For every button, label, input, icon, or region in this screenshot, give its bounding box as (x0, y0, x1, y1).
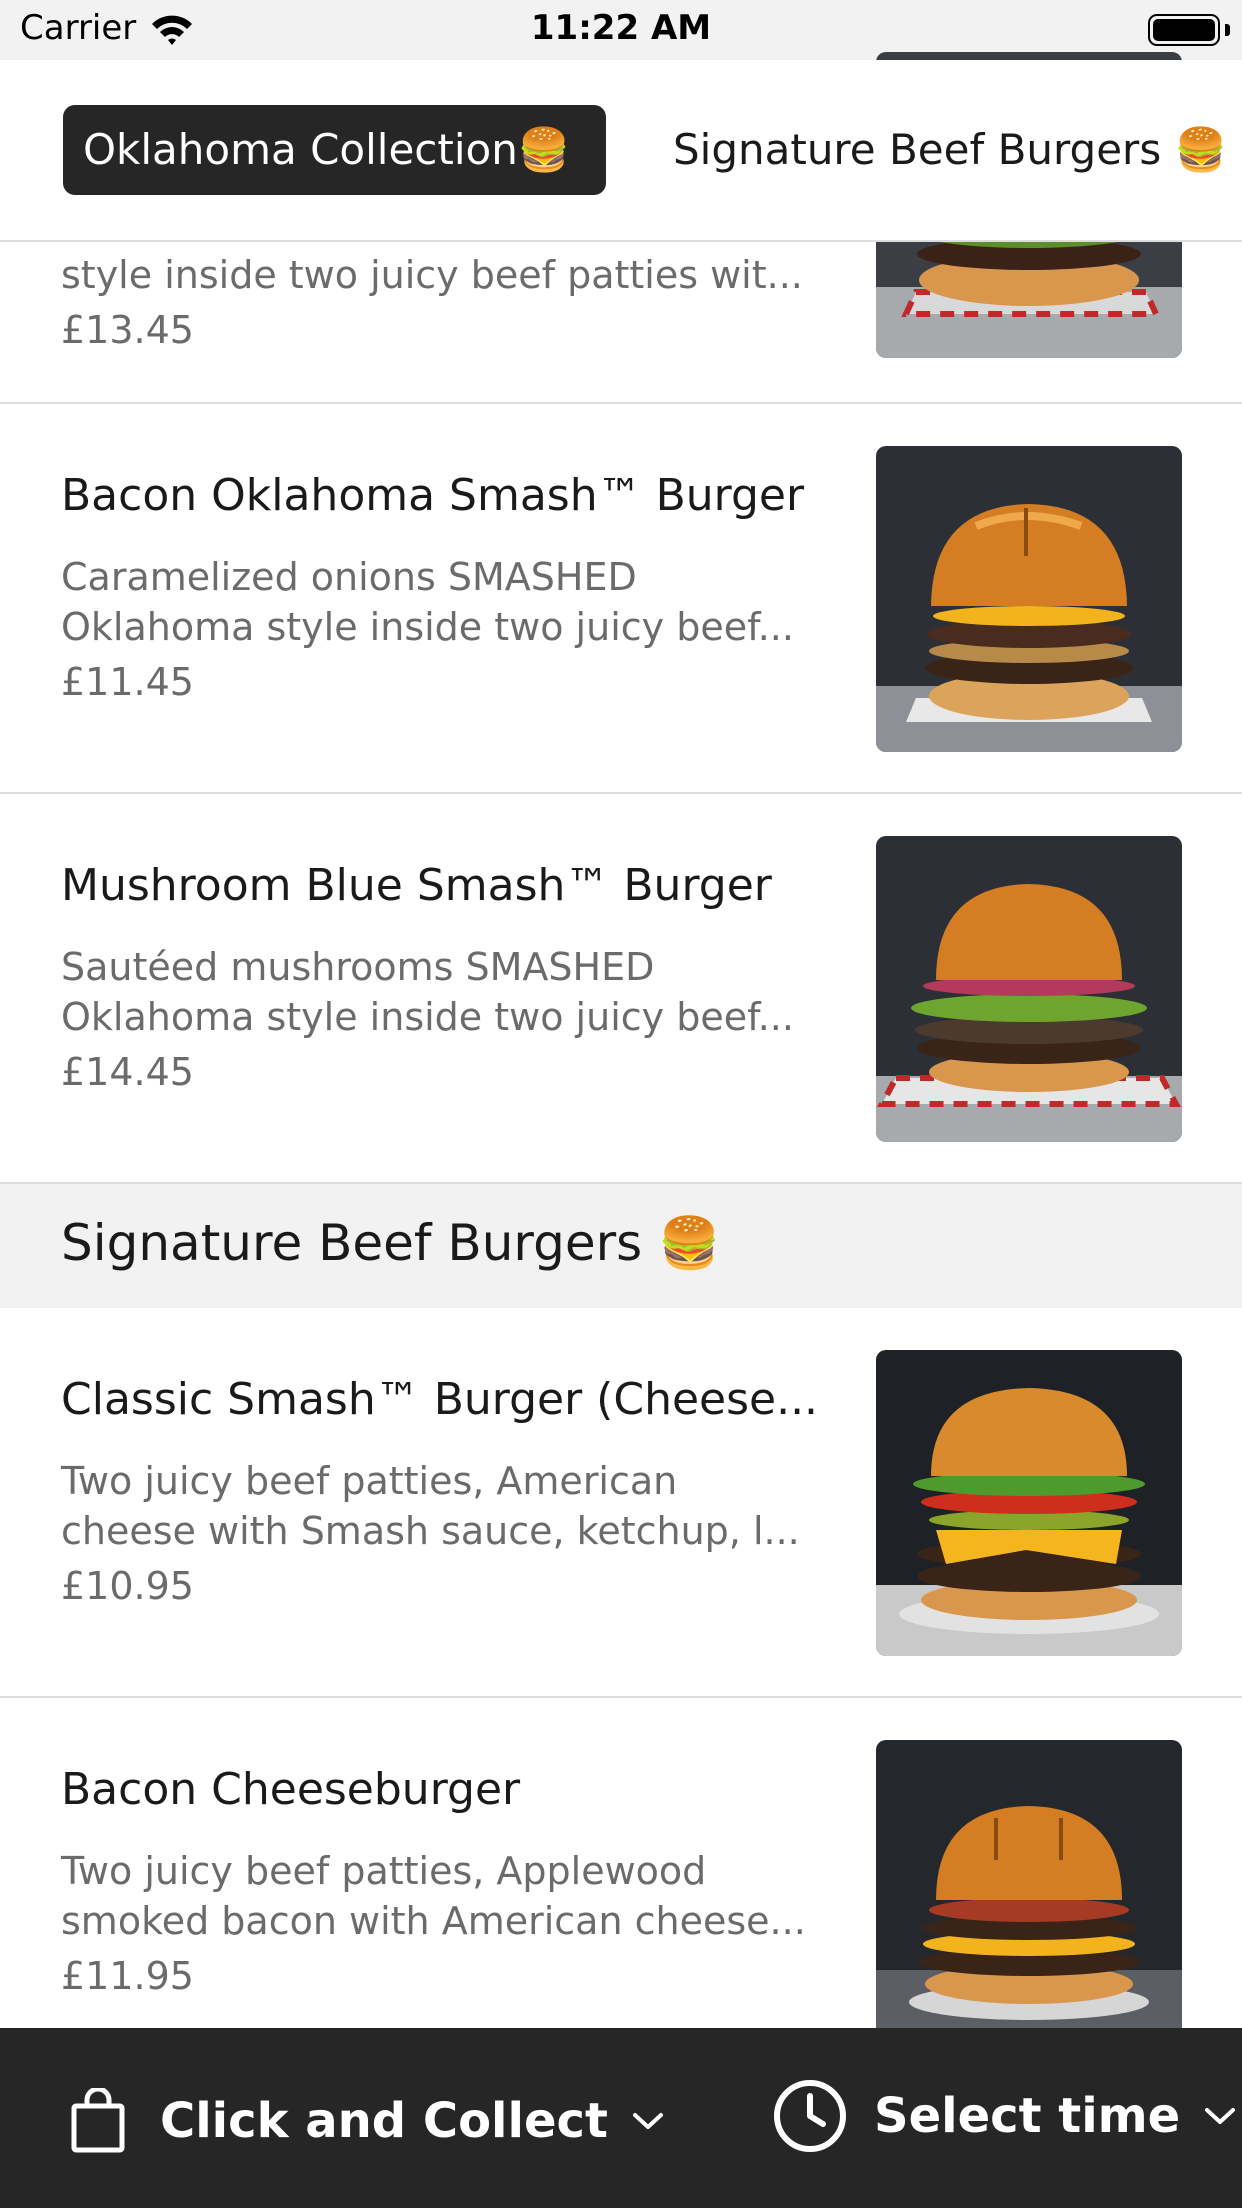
item-image (876, 446, 1182, 752)
menu-item[interactable]: Classic Smash™ Burger (Cheese... Two jui… (0, 1308, 1242, 1698)
item-title: Mushroom Blue Smash™ Burger (61, 860, 772, 911)
item-price: £11.45 (61, 660, 194, 704)
item-title: Bacon Cheeseburger (61, 1764, 521, 1815)
time-selector[interactable]: Select time (772, 2076, 1236, 2156)
section-title: Signature Beef Burgers 🍔 (61, 1214, 721, 1272)
section-header: Signature Beef Burgers 🍔 (0, 1184, 1242, 1308)
battery-tip (1225, 24, 1230, 36)
status-bar: Carrier 11:22 AM (0, 0, 1242, 60)
battery-icon (1148, 14, 1220, 46)
item-description: Caramelized onions SMASHED Oklahoma styl… (61, 555, 794, 649)
clock: 11:22 AM (530, 8, 712, 48)
item-image (876, 1740, 1182, 2046)
item-price: £10.95 (61, 1564, 194, 1608)
category-tabs: Oklahoma Collection🍔 Signature Beef Burg… (0, 60, 1242, 242)
item-price: £14.45 (61, 1050, 194, 1094)
chevron-down-icon (1205, 2108, 1236, 2124)
clock-icon (774, 2080, 846, 2152)
item-description: Two juicy beef patties, American cheese … (61, 1459, 800, 1553)
item-description: Two juicy beef patties, Applewood smoked… (61, 1849, 806, 1943)
menu-item[interactable]: Bacon Oklahoma Smash™ Burger Caramelized… (0, 404, 1242, 794)
chevron-down-icon (632, 2113, 663, 2129)
item-description: Sautéed mushrooms SMASHED Oklahoma style… (61, 945, 794, 1039)
item-image (876, 1350, 1182, 1656)
tab-oklahoma-collection[interactable]: Oklahoma Collection🍔 (63, 105, 606, 195)
item-description: style inside two juicy beef patties wit.… (61, 253, 803, 297)
order-options-bar: Click and Collect Select time (0, 2028, 1242, 2208)
collect-method-selector[interactable]: Click and Collect (70, 2086, 664, 2156)
item-price: £11.95 (61, 1954, 194, 1998)
item-title: Bacon Oklahoma Smash™ Burger (61, 470, 805, 521)
item-price: £13.45 (61, 308, 194, 352)
collect-method-label: Click and Collect (160, 2093, 608, 2149)
menu-item[interactable]: Mushroom Blue Smash™ Burger Sautéed mush… (0, 794, 1242, 1184)
item-title: Classic Smash™ Burger (Cheese... (61, 1374, 819, 1425)
item-image (876, 836, 1182, 1142)
shopping-bag-icon (71, 2088, 125, 2153)
time-label: Select time (874, 2088, 1181, 2144)
tab-signature-beef-burgers[interactable]: Signature Beef Burgers 🍔 (673, 105, 1227, 195)
